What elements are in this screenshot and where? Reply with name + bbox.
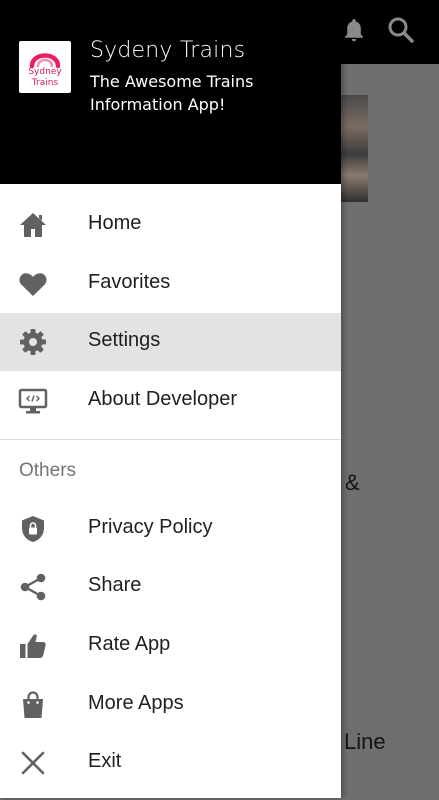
menu-item-settings[interactable]: Settings [0,313,341,371]
menu-item-about-developer[interactable]: About Developer [0,372,341,430]
thumbs-up-icon [18,631,48,661]
shield-lock-icon [18,514,48,544]
menu-label-favorites: Favorites [88,271,171,293]
app-subtitle: The Awesome Trains Information App! [90,72,254,114]
logo-text-line2: Trains [31,78,59,88]
menu-label-rate-app: Rate App [88,633,171,655]
app-logo: Sydney Trains [19,41,71,93]
close-icon [18,748,48,778]
search-icon[interactable] [385,14,417,46]
menu-label-about-developer: About Developer [88,388,237,410]
drawer-header: Sydney Trains Sydeny Trains The Awesome … [0,0,341,184]
logo-arch-icon [29,53,61,68]
navigation-drawer: Sydney Trains Sydeny Trains The Awesome … [0,0,341,798]
background-image [341,95,368,202]
shopping-bag-icon [18,690,48,720]
menu-label-share: Share [88,574,142,596]
share-icon [18,572,48,602]
menu-item-more-apps[interactable]: More Apps [0,676,341,734]
menu-label-more-apps: More Apps [88,692,184,714]
monitor-code-icon [18,386,48,416]
menu-item-privacy-policy[interactable]: Privacy Policy [0,500,341,558]
menu-label-exit: Exit [88,750,122,772]
menu-item-exit[interactable]: Exit [0,734,341,792]
menu-label-home: Home [88,212,142,234]
logo-text-line1: Sydney [28,67,62,77]
home-icon [18,210,48,240]
menu-label-settings: Settings [88,329,161,351]
menu-item-share[interactable]: Share [0,558,341,616]
background-text-line: Line [344,729,386,754]
menu-divider [0,439,341,440]
bell-icon[interactable] [338,14,370,46]
gear-icon [18,327,48,357]
menu-item-home[interactable]: Home [0,196,341,254]
menu-item-favorites[interactable]: Favorites [0,255,341,313]
background-text-ampersand: & [345,470,360,495]
app-title: Sydeny Trains [90,38,246,63]
menu-label-privacy-policy: Privacy Policy [88,516,213,538]
menu-item-rate-app[interactable]: Rate App [0,617,341,675]
heart-icon [18,269,48,299]
section-header-others: Others [19,460,77,481]
